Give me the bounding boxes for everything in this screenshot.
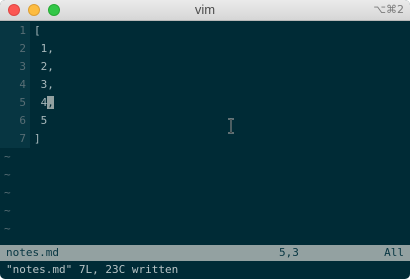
line-number: 7	[0, 130, 30, 148]
editor-line[interactable]: 3 2,	[0, 58, 54, 76]
editor-line[interactable]: 2 1,	[0, 40, 54, 58]
line-text: 2,	[34, 60, 54, 73]
editor-line[interactable]: 1 [	[0, 22, 41, 40]
window-title: vim	[194, 2, 216, 17]
editor-line[interactable]: 7 ]	[0, 130, 41, 148]
line-number: 4	[0, 76, 30, 94]
line-number: 2	[0, 40, 30, 58]
empty-line-tilde: ~	[4, 186, 11, 199]
status-cursor-position: 5,3	[279, 246, 299, 259]
line-number: 6	[0, 112, 30, 130]
status-line: notes.md 5,3 All	[0, 245, 410, 261]
editor-line[interactable]: 4 3,	[0, 76, 54, 94]
line-text-before-cursor: 4	[34, 96, 48, 109]
empty-line-tilde: ~	[4, 222, 11, 235]
line-text: [	[34, 24, 41, 37]
line-text: 3,	[34, 78, 54, 91]
editor-line[interactable]: 5 4,	[0, 94, 54, 112]
terminal-window: vim ⌥⌘2 1 [ 2 1, 3 2, 4 3, 5 4, 6 5 7] …	[0, 0, 410, 279]
line-number: 5	[0, 94, 30, 112]
line-number: 3	[0, 58, 30, 76]
empty-line-tilde: ~	[4, 150, 11, 163]
command-line[interactable]: "notes.md" 7L, 23C written	[0, 261, 410, 279]
empty-line-tilde: ~	[4, 204, 11, 217]
ibeam-cursor-icon	[228, 118, 234, 134]
line-number: 1	[0, 22, 30, 40]
title-bar[interactable]: vim ⌥⌘2	[0, 0, 410, 21]
line-text: 5	[34, 114, 48, 127]
line-text: 1,	[34, 42, 54, 55]
empty-line-tilde: ~	[4, 168, 11, 181]
window-shortcut: ⌥⌘2	[373, 3, 404, 16]
editor-area[interactable]: 1 [ 2 1, 3 2, 4 3, 5 4, 6 5 7 ] ~ ~ ~ ~ …	[0, 22, 410, 248]
line-text: ]	[34, 132, 41, 145]
status-filename: notes.md	[6, 246, 59, 259]
editor-line[interactable]: 6 5	[0, 112, 47, 130]
line-text: 4,	[34, 94, 54, 112]
text-cursor: ,	[47, 96, 54, 109]
status-scroll-indicator: All	[384, 246, 404, 259]
